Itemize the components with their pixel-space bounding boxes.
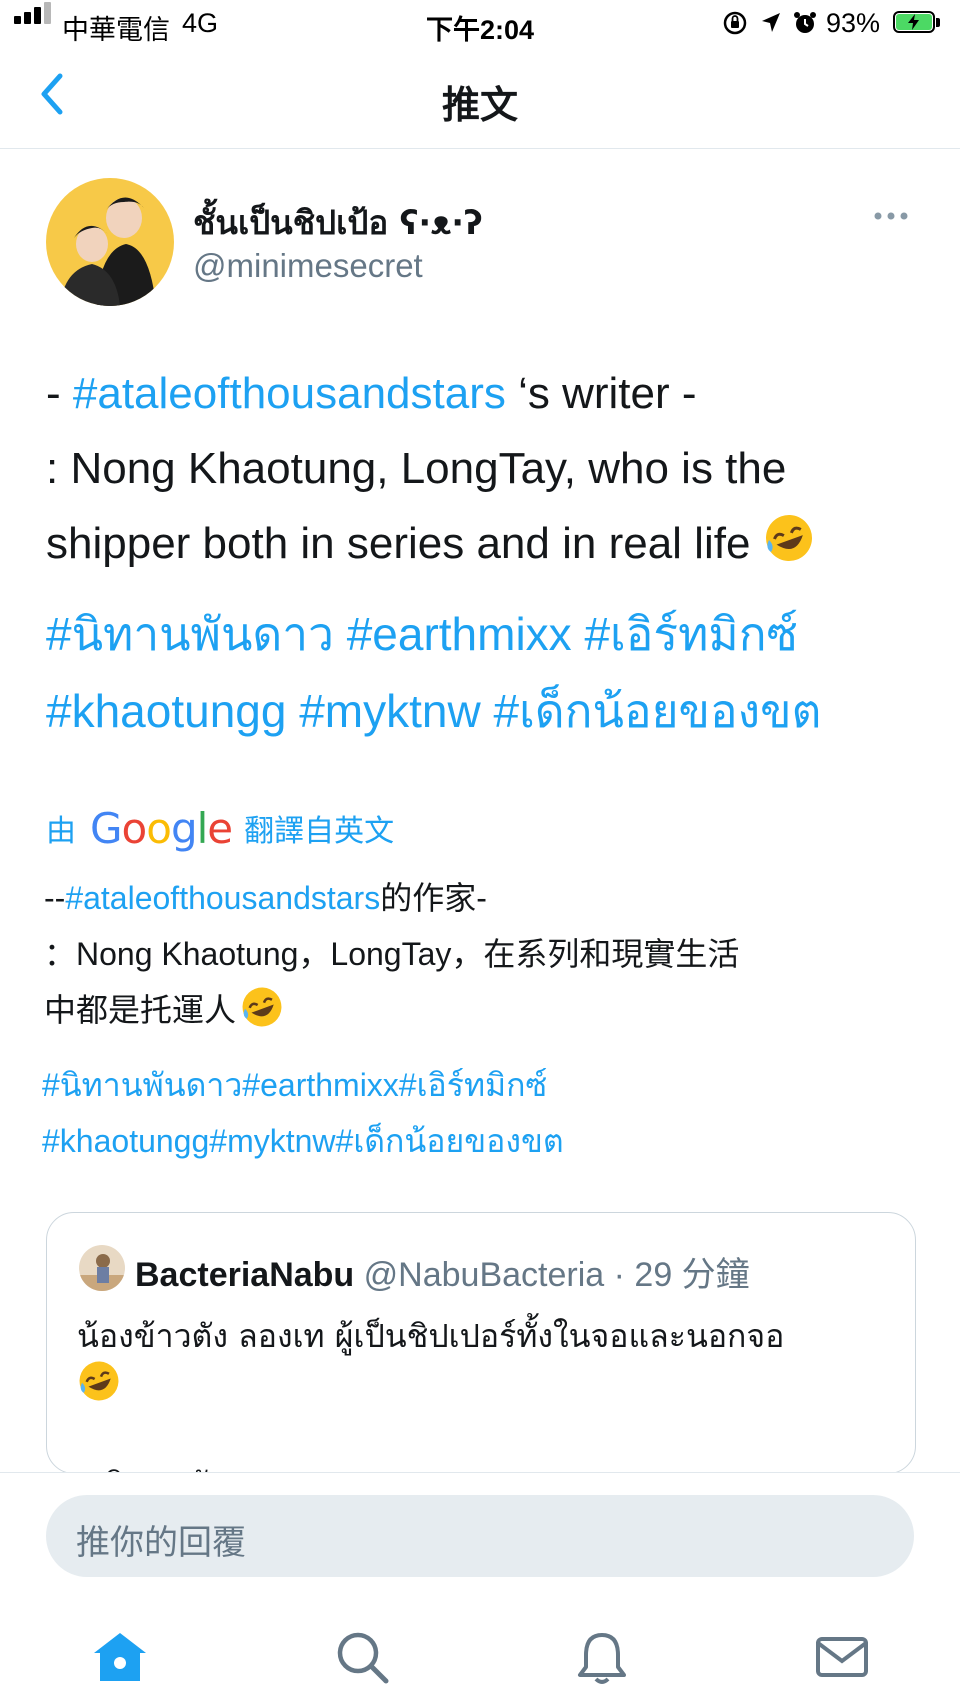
tweet-line-1: - #ataleofthousandstars ‘s writer - [46, 369, 697, 418]
hashtag-line-2[interactable]: #khaotungg #myktnw #เด็กน้อยของขต [46, 673, 926, 750]
tweet-text: - #ataleofthousandstars ‘s writer - : No… [46, 356, 926, 587]
home-icon[interactable] [90, 1627, 150, 1687]
quoted-author-handle: @NabuBacteria [363, 1256, 605, 1294]
hashtag-link[interactable]: #ataleofthousandstars [65, 880, 380, 916]
tweet-hashtags: #นิทานพันดาว #earthmixx #เอิร์ทมิกซ์ #kh… [46, 596, 926, 750]
alarm-icon [794, 12, 816, 33]
author-avatar[interactable] [46, 178, 174, 306]
rofl-emoji-icon [77, 1359, 887, 1415]
quoted-author-name: BacteriaNabu [135, 1256, 355, 1294]
google-logo: Google [90, 803, 233, 853]
translation-attribution[interactable]: 由 Google 翻譯自英文 [46, 798, 394, 858]
rofl-emoji-icon [763, 512, 815, 587]
quoted-text: น้องข้าวตัง ลองเท ผู้เป็นชิปเปอร์ทั้งในจ… [77, 1313, 887, 1473]
tweet-line-2: : Nong Khaotung, LongTay, who is the [46, 444, 787, 493]
translated-line-3: 中都是托運人 [44, 982, 924, 1046]
rofl-emoji-icon [240, 985, 284, 1046]
translated-hashtag-line-1[interactable]: #นิทานพันดาว#earthmixx#เอิร์ทมิกซ์ [42, 1057, 922, 1113]
battery-percent: 93% [826, 8, 881, 38]
reply-input[interactable]: 推你的回覆 [46, 1495, 914, 1577]
more-options-icon[interactable] [872, 208, 912, 224]
location-icon [762, 13, 780, 32]
reply-placeholder: 推你的回覆 [76, 1524, 246, 1562]
hashtag-link[interactable]: #ataleofthousandstars [73, 369, 506, 418]
messages-icon[interactable] [812, 1627, 872, 1687]
tab-bar [0, 1619, 960, 1708]
translated-hashtag-line-2[interactable]: #khaotungg#myktnw#เด็กน้อยของขต [42, 1113, 922, 1169]
hashtag-line-1[interactable]: #นิทานพันดาว #earthmixx #เอิร์ทมิกซ์ [46, 596, 926, 673]
quoted-tweet-card[interactable]: BacteriaNabu @NabuBacteria · 29 分鐘 น้องข… [46, 1212, 916, 1474]
status-bar: 中華電信 4G 下午2:04 93% [0, 0, 960, 50]
search-icon[interactable] [332, 1627, 392, 1687]
notifications-icon[interactable] [572, 1627, 632, 1687]
author-name[interactable]: ชั้นเป็นชิปเป้อ ʕ·ᴥ·ʔ [193, 196, 483, 249]
page-title: 推文 [441, 85, 518, 127]
battery-icon [893, 11, 941, 35]
translated-text: --#ataleofthousandstars的作家- ：Nong Khaotu… [44, 870, 924, 1046]
quoted-avatar [79, 1245, 125, 1291]
orientation-lock-icon [723, 11, 747, 35]
translated-line-2: ：Nong Khaotung，LongTay，在系列和現實生活 [44, 936, 740, 972]
quoted-author-line: BacteriaNabu @NabuBacteria · 29 分鐘 [135, 1247, 750, 1296]
tweet-line-3: shipper both in series and in real life [46, 506, 926, 587]
nav-bar: 推文 [0, 50, 960, 149]
author-handle[interactable]: @minimesecret [193, 247, 423, 285]
reply-footer: 推你的回覆 [0, 1472, 960, 1708]
translated-line-1: --#ataleofthousandstars的作家- [44, 880, 487, 916]
quoted-timestamp: · 29 分鐘 [613, 1256, 750, 1294]
translated-hashtags: #นิทานพันดาว#earthmixx#เอิร์ทมิกซ์ #khao… [42, 1057, 922, 1169]
